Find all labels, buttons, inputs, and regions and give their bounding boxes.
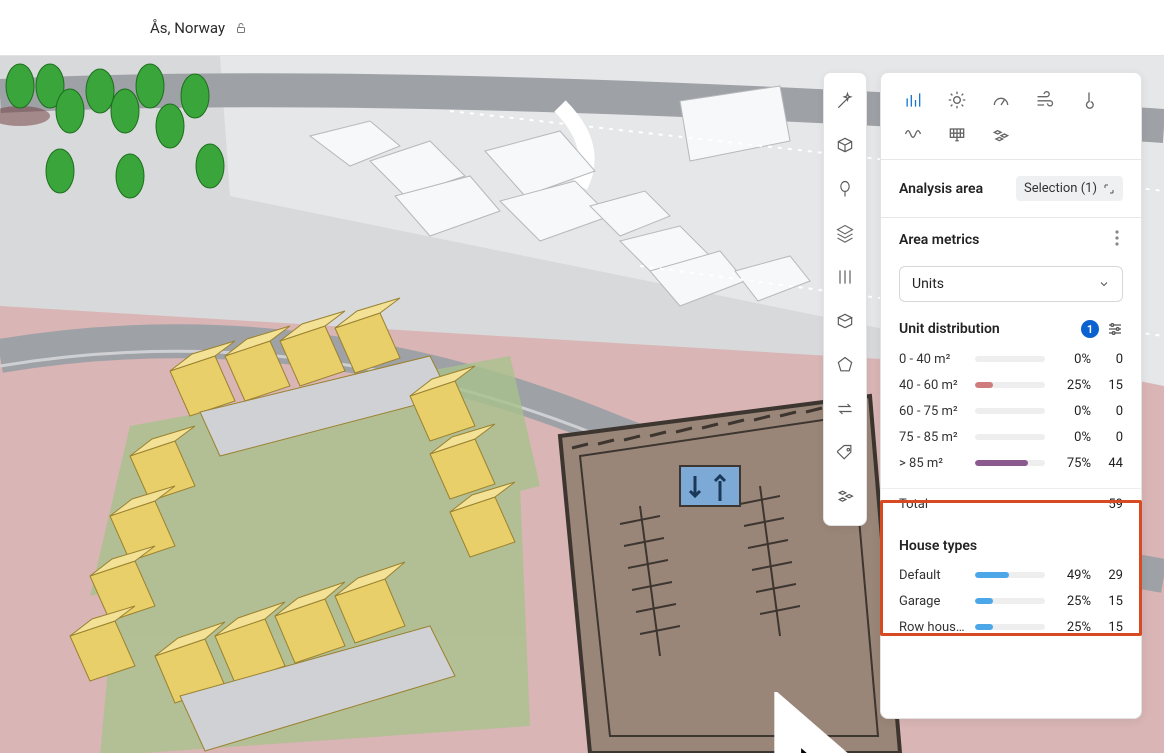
dist-range: 60 - 75 m² (899, 404, 965, 419)
tab-thermo[interactable] (1071, 85, 1107, 115)
sliders-icon[interactable] (1107, 322, 1123, 336)
house-type-count: 29 (1101, 568, 1123, 583)
house-type-row: Row house … 25% 15 (899, 614, 1123, 640)
box-tool[interactable] (823, 123, 867, 167)
area-metrics-label: Area metrics (899, 232, 979, 248)
metrics-dropdown[interactable]: Units (899, 266, 1123, 302)
tab-noise[interactable] (895, 119, 931, 149)
polygon-tool[interactable] (823, 343, 867, 387)
house-type-row: Default 49% 29 (899, 562, 1123, 588)
expand-icon (1103, 183, 1115, 195)
chevron-down-icon (1098, 278, 1110, 290)
swap-tool[interactable] (823, 387, 867, 431)
dist-count: 0 (1101, 404, 1123, 419)
tab-sun[interactable] (939, 85, 975, 115)
kebab-menu[interactable] (1111, 226, 1123, 254)
dist-range: 40 - 60 m² (899, 378, 965, 393)
total-label: Total (899, 497, 928, 512)
dist-bar (975, 434, 1045, 440)
metrics-dropdown-value: Units (912, 276, 944, 292)
unit-distribution-label: Unit distribution (899, 321, 1000, 337)
unit-distribution-list: 0 - 40 m²0%040 - 60 m²25%1560 - 75 m²0%0… (881, 346, 1141, 484)
dist-count: 15 (1101, 378, 1123, 393)
unit-distribution-badge[interactable]: 1 (1081, 320, 1099, 338)
adjust-tool[interactable] (823, 255, 867, 299)
unit-distribution-head: Unit distribution 1 (881, 316, 1141, 346)
selection-chip[interactable]: Selection (1) (1016, 176, 1123, 201)
dist-row: 40 - 60 m² 25% 15 (899, 372, 1123, 398)
dist-count: 44 (1101, 456, 1123, 471)
tree-tool[interactable] (823, 167, 867, 211)
tab-wind[interactable] (1027, 85, 1063, 115)
analysis-panel: Analysis area Selection (1) Area metrics… (880, 72, 1142, 719)
dots-vertical-icon (1115, 230, 1119, 246)
dist-bar (975, 460, 1045, 466)
group-tool[interactable] (823, 475, 867, 519)
tab-metrics[interactable] (895, 85, 931, 115)
unit-distribution-total: Total 59 (881, 488, 1141, 524)
dist-range: > 85 m² (899, 456, 965, 471)
house-type-name: Garage (899, 594, 965, 609)
dist-pct: 0% (1055, 352, 1091, 367)
house-type-bar (975, 572, 1045, 578)
selection-chip-text: Selection (1) (1024, 181, 1097, 196)
tools-toolbar (823, 72, 867, 526)
dist-pct: 75% (1055, 456, 1091, 471)
house-types-label: House types (899, 538, 1123, 554)
area-metrics-head: Area metrics (881, 218, 1141, 260)
house-type-pct: 25% (1055, 620, 1091, 635)
house-type-count: 15 (1101, 594, 1123, 609)
dist-bar (975, 356, 1045, 362)
dist-row: > 85 m² 75% 44 (899, 450, 1123, 476)
location-label[interactable]: Ås, Norway (150, 19, 247, 37)
house-type-bar (975, 598, 1045, 604)
house-type-count: 15 (1101, 620, 1123, 635)
house-type-pct: 25% (1055, 594, 1091, 609)
location-text: Ås, Norway (150, 19, 225, 37)
house-type-pct: 49% (1055, 568, 1091, 583)
unlock-icon (235, 22, 247, 34)
house-types-section: House types Default49%29Garage25%15Row h… (881, 524, 1141, 640)
analysis-tab-row-2 (881, 119, 1141, 159)
analysis-area-section: Analysis area Selection (1) (881, 160, 1141, 217)
top-bar: Ås, Norway (0, 0, 1164, 56)
house-type-name: Default (899, 568, 965, 583)
analysis-tab-row-1 (881, 73, 1141, 119)
house-type-row: Garage 25% 15 (899, 588, 1123, 614)
dist-count: 0 (1101, 352, 1123, 367)
house-type-name: Row house … (899, 620, 965, 635)
analysis-area-label: Analysis area (899, 181, 983, 197)
dist-range: 75 - 85 m² (899, 430, 965, 445)
house-type-bar (975, 624, 1045, 630)
cube-tool[interactable] (823, 299, 867, 343)
tab-gauge[interactable] (983, 85, 1019, 115)
dist-pct: 0% (1055, 430, 1091, 445)
dist-pct: 0% (1055, 404, 1091, 419)
dist-pct: 25% (1055, 378, 1091, 393)
total-count: 59 (1108, 497, 1123, 512)
dist-row: 0 - 40 m² 0% 0 (899, 346, 1123, 372)
magic-wand-tool[interactable] (823, 79, 867, 123)
dist-bar (975, 408, 1045, 414)
tab-solar-panel[interactable] (939, 119, 975, 149)
dist-row: 75 - 85 m² 0% 0 (899, 424, 1123, 450)
dist-bar (975, 382, 1045, 388)
dist-row: 60 - 75 m² 0% 0 (899, 398, 1123, 424)
tab-massing[interactable] (983, 119, 1019, 149)
dist-range: 0 - 40 m² (899, 352, 965, 367)
dist-count: 0 (1101, 430, 1123, 445)
tag-tool[interactable] (823, 431, 867, 475)
layers-tool[interactable] (823, 211, 867, 255)
